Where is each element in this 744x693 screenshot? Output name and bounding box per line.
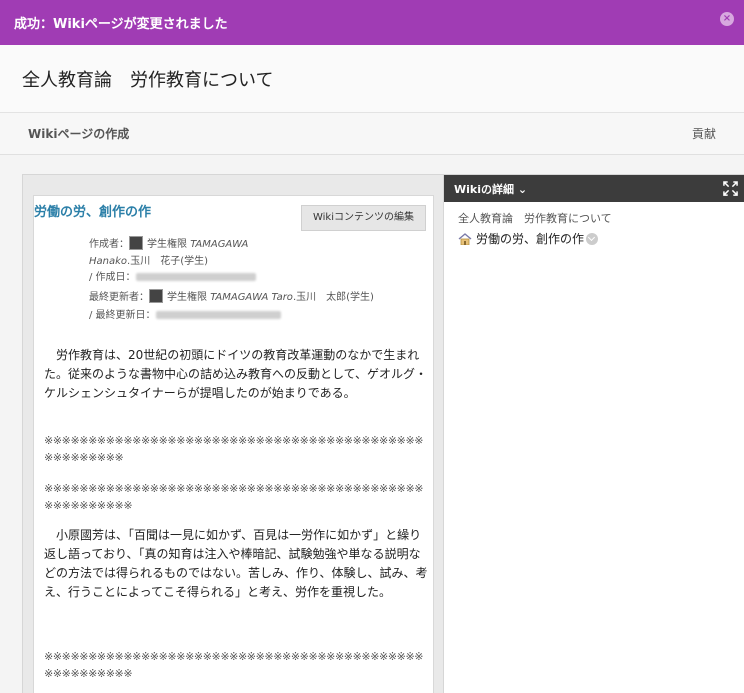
banner-message: 成功：Wikiページが変更されました <box>14 17 228 32</box>
author-fullname: .玉川 花子(学生) <box>127 256 209 267</box>
meta-updated-by: 最終更新者： 学生権限 TAMAGAWA Taro.玉川 太郎(学生) <box>89 289 374 306</box>
updated-date-redacted <box>155 311 281 319</box>
updater-role: 学生権限 <box>167 292 207 303</box>
create-wiki-page-link[interactable]: Wikiページの作成 <box>28 125 129 142</box>
home-icon <box>458 233 472 245</box>
updated-label: / 最終更新日： <box>89 310 156 321</box>
close-icon[interactable]: × <box>720 12 734 26</box>
wiki-details-toggle[interactable]: Wikiの詳細 ⌄ <box>454 181 527 197</box>
wiki-page-title: 労働の労、創作の作 <box>34 205 152 220</box>
updater-name: TAMAGAWA Taro <box>210 292 293 303</box>
paragraph-2: 小原國芳は、「百聞は一見に如かず、百見は一労作に如かず」と繰り返し語っており、「… <box>44 528 428 599</box>
page-title: 全人教育論 労作教育について <box>22 70 274 91</box>
meta-created: / 作成日： <box>89 270 256 286</box>
paragraph-1: 労作教育は、20世紀の初頭にドイツの教育改革運動のなかで生まれた。従来のような書… <box>44 348 428 400</box>
separator-marks-3: ※※※※※※※※※※※※※※※※※※※※※※※※※※※※※※※※※※※※※※※※… <box>44 650 424 680</box>
content-frame: 労働の労、創作の作 Wikiコンテンツの編集 作成者： 学生権限 TAMAGAWA… <box>22 174 444 693</box>
meta-author: 作成者： 学生権限 TAMAGAWA <box>89 236 248 253</box>
action-bar: Wikiページの作成 貢献 <box>0 113 744 155</box>
author-role: 学生権限 <box>147 239 187 250</box>
wiki-details-title: Wikiの詳細 <box>454 183 514 196</box>
wiki-page-card: 労働の労、創作の作 Wikiコンテンツの編集 作成者： 学生権限 TAMAGAWA… <box>33 195 434 693</box>
wiki-tree-page[interactable]: 労働の労、創作の作 <box>458 230 599 247</box>
created-date-redacted <box>135 273 256 281</box>
separator-marks-2: ※※※※※※※※※※※※※※※※※※※※※※※※※※※※※※※※※※※※※※※※… <box>44 482 424 512</box>
avatar <box>149 289 163 303</box>
edit-wiki-content-button[interactable]: Wikiコンテンツの編集 <box>301 205 426 231</box>
wiki-details-panel: Wikiの詳細 ⌄ 全人教育論 労作教育について 労働の労、創作の作 <box>444 174 744 693</box>
chevron-down-icon: ⌄ <box>517 183 528 196</box>
author-label: 作成者： <box>89 239 129 250</box>
created-label: / 作成日： <box>89 272 136 283</box>
updated-by-label: 最終更新者： <box>89 292 149 303</box>
meta-author-cont: Hanako.玉川 花子(学生) <box>89 254 208 270</box>
wiki-details-header: Wikiの詳細 ⌄ <box>444 175 744 202</box>
avatar <box>129 236 143 250</box>
expand-icon[interactable] <box>723 181 738 196</box>
author-given-name: Hanako <box>89 256 128 267</box>
success-banner: 成功：Wikiページが変更されました × <box>0 0 744 45</box>
separator-marks-1: ※※※※※※※※※※※※※※※※※※※※※※※※※※※※※※※※※※※※※※※※… <box>44 434 424 464</box>
page-header: 全人教育論 労作教育について <box>0 45 744 113</box>
wiki-tree-root[interactable]: 全人教育論 労作教育について <box>458 210 612 226</box>
updater-fullname: .玉川 太郎(学生) <box>292 292 374 303</box>
wiki-tree-page-label: 労働の労、創作の作 <box>476 232 585 246</box>
chevron-down-icon[interactable] <box>586 233 599 245</box>
author-surname: TAMAGAWA <box>190 239 249 250</box>
contribution-link[interactable]: 貢献 <box>692 125 716 142</box>
meta-updated: / 最終更新日： <box>89 308 281 324</box>
